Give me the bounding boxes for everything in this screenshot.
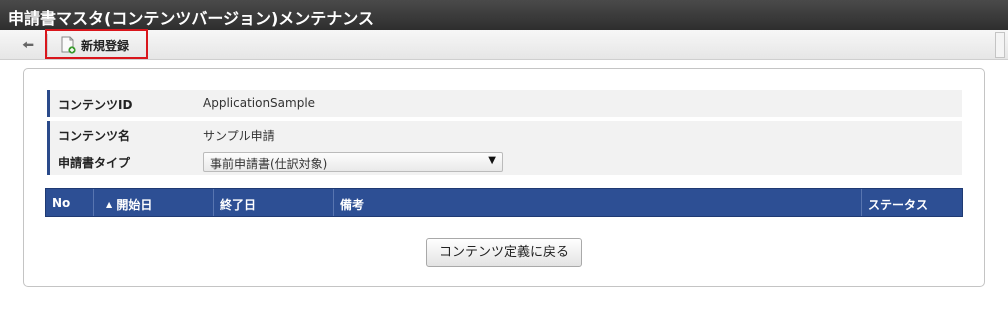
- content-id-label: コンテンツID: [47, 90, 195, 117]
- column-start-date-label: 開始日: [116, 198, 153, 212]
- row-application-type: 申請書タイプ 事前申請書(仕訳対象) ▼: [47, 148, 962, 175]
- toolbar-scrollbar[interactable]: [995, 32, 1005, 58]
- window-title: 申請書マスタ(コンテンツバージョン)メンテナンス: [0, 0, 1008, 30]
- column-start-date[interactable]: ▲ 開始日: [94, 189, 214, 216]
- row-content-name: コンテンツ名 サンプル申請: [47, 121, 962, 148]
- dropdown-arrow-icon: ▼: [488, 155, 496, 166]
- application-type-label: 申請書タイプ: [47, 148, 195, 175]
- sort-asc-icon: ▲: [106, 200, 113, 209]
- back-to-content-button[interactable]: コンテンツ定義に戻る: [426, 238, 582, 267]
- back-button[interactable]: 🠨: [18, 37, 38, 53]
- application-type-select[interactable]: 事前申請書(仕訳対象) ▼: [203, 152, 503, 172]
- column-remarks[interactable]: 備考: [334, 189, 862, 216]
- highlight-box: [45, 29, 148, 59]
- row-content-id: コンテンツID ApplicationSample: [47, 90, 962, 117]
- column-status[interactable]: ステータス: [862, 189, 962, 216]
- application-type-selected: 事前申請書(仕訳対象): [210, 157, 328, 171]
- version-table-header: No ▲ 開始日 終了日 備考 ステータス: [45, 188, 963, 217]
- content-id-value: ApplicationSample: [203, 96, 316, 110]
- column-end-date[interactable]: 終了日: [214, 189, 334, 216]
- arrow-left-icon: 🠨: [21, 36, 35, 54]
- content-name-label: コンテンツ名: [47, 121, 195, 148]
- column-no[interactable]: No: [46, 189, 94, 216]
- toolbar: 🠨 新規登録: [0, 30, 1008, 60]
- content-name-value: サンプル申請: [203, 129, 275, 143]
